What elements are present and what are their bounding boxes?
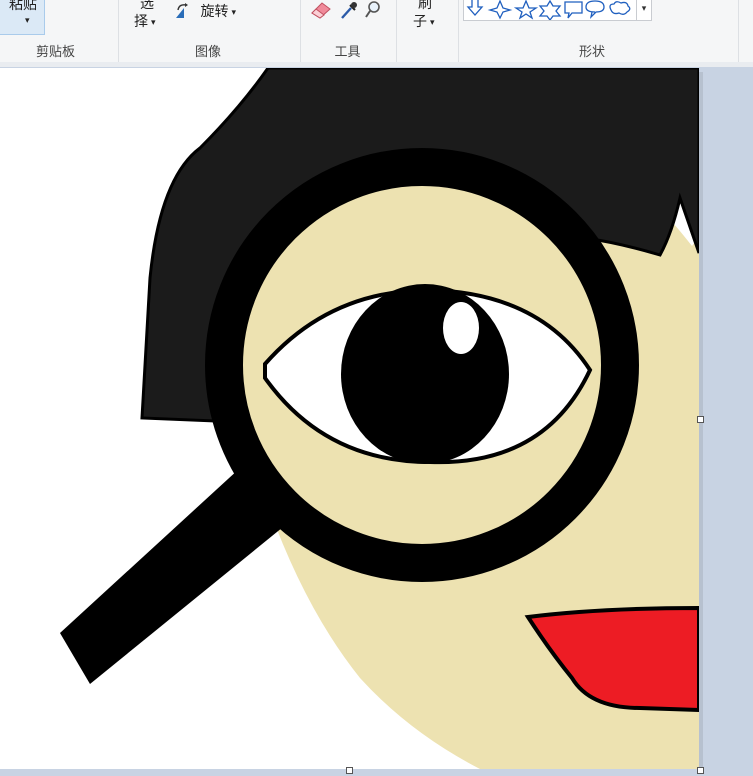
eye-pupil [341,284,509,464]
chevron-down-icon: ▾ [641,4,647,14]
group-divider [738,0,739,62]
magnifier-tool[interactable] [365,0,385,24]
drawing-canvas[interactable] [0,68,699,769]
eraser-icon [311,2,331,19]
clipboard-group-label: 剪贴板 [35,45,75,60]
shapes-more-button[interactable]: ▾ [636,0,652,21]
shapes-group-label: 形状 [578,45,605,60]
tools-group-label: 工具 [334,45,361,60]
select-button[interactable]: 择 ▾ [134,11,156,31]
rotate-icon [176,3,188,18]
color-picker-tool[interactable] [339,0,359,24]
group-divider [300,0,301,62]
eraser-tool[interactable] [310,1,332,23]
rotate-button[interactable]: 旋转 ▾ [174,1,236,21]
group-divider [458,0,459,62]
group-divider [396,0,397,62]
select-label-bottom: 择 [134,14,148,30]
eye-highlight [443,302,479,354]
shapes-gallery-icons [466,0,631,22]
chevron-down-icon: ▾ [151,18,156,28]
rotate-label: 旋转 [200,4,229,20]
eyedropper-icon [341,2,357,19]
resize-handle-right[interactable] [697,416,704,423]
brushes-button[interactable]: 子 ▾ [413,11,435,31]
drawing-image [60,68,699,769]
group-divider [118,0,119,62]
paste-dropdown-arrow[interactable]: ▾ [22,12,30,28]
paste-button[interactable]: 粘贴 ▾ [0,0,45,35]
shapes-gallery[interactable] [463,0,640,22]
chevron-down-icon: ▾ [231,8,236,18]
image-group-label: 图像 [194,45,221,60]
ribbon: 粘贴 ▾ 剪贴板 选 择 ▾ 旋转 ▾ 图像 工具 刷 子 ▾ ▾ 形状 [0,0,753,63]
chevron-down-icon: ▾ [430,18,435,28]
resize-handle-bottom[interactable] [346,767,353,774]
resize-handle-corner[interactable] [697,767,704,774]
brushes-label-bottom: 子 [413,14,427,30]
magnifier-icon [365,1,380,18]
